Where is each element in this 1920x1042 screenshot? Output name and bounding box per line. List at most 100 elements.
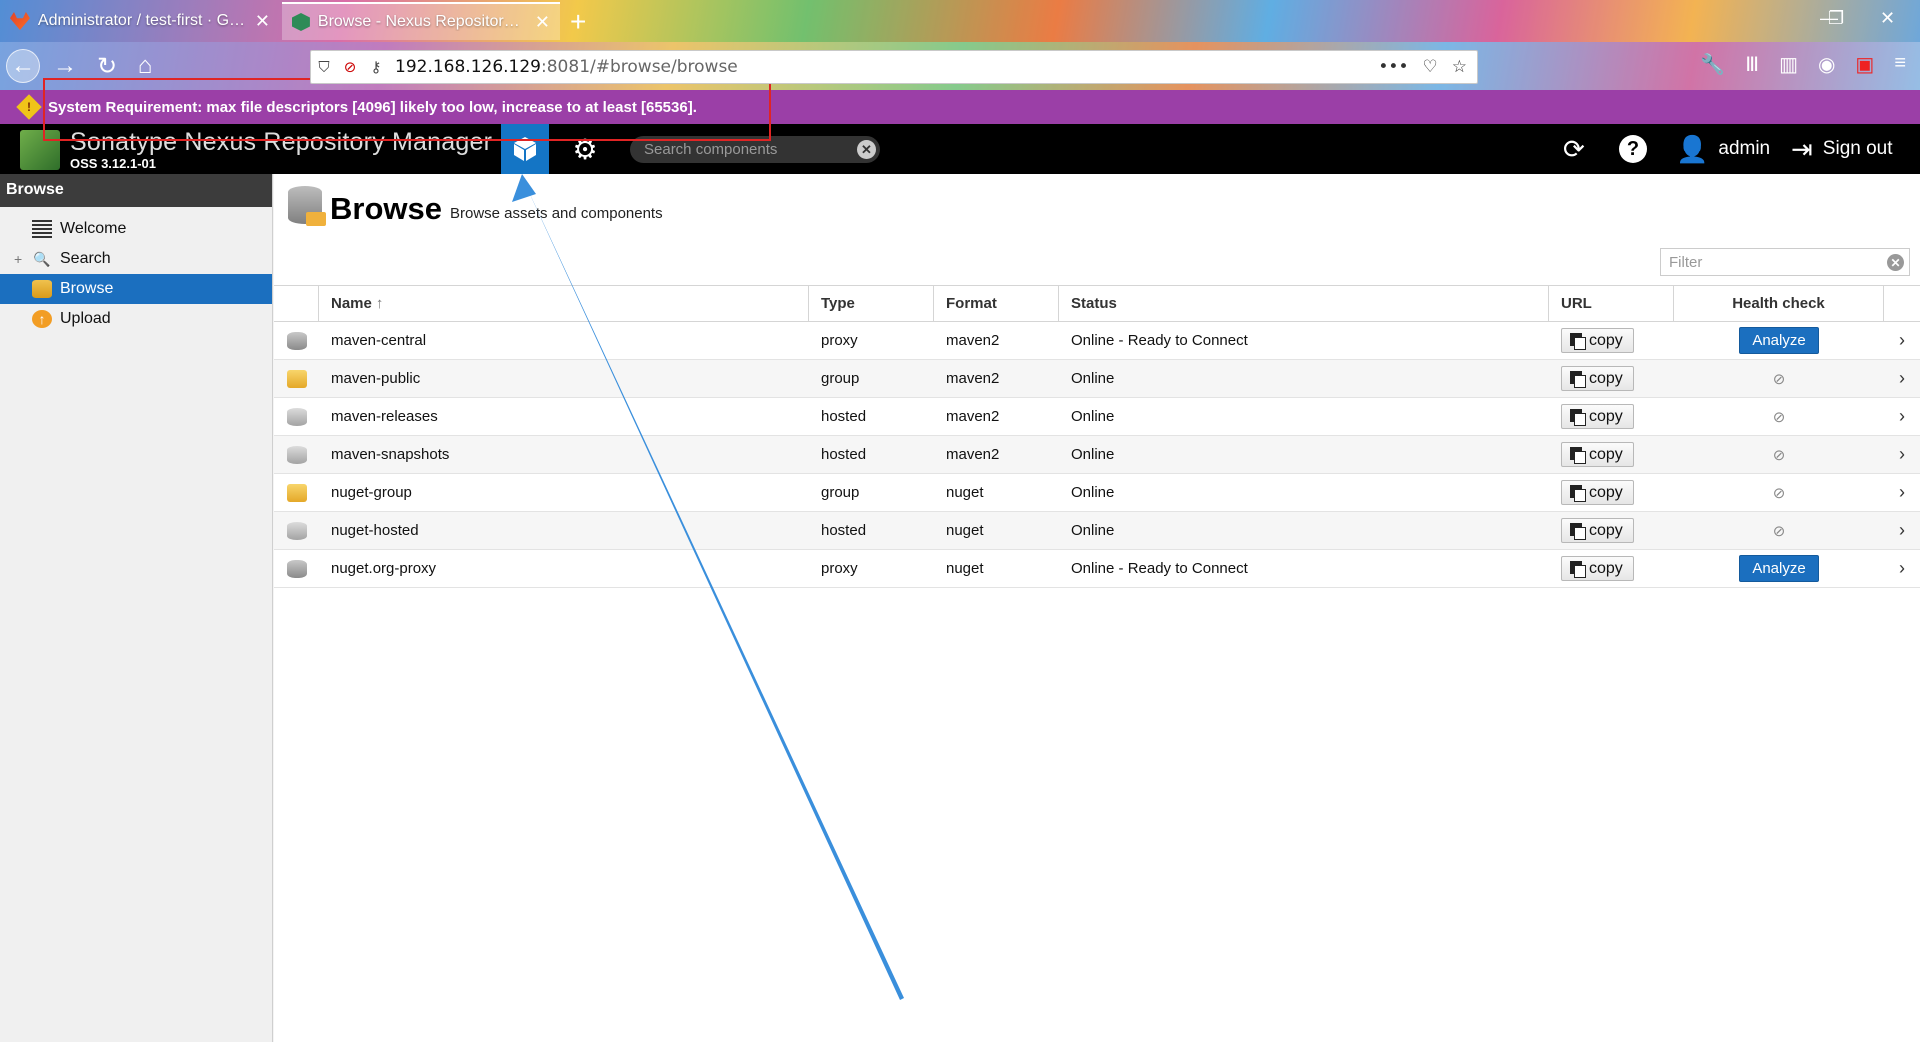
cell-health-check: Analyze — [1674, 322, 1884, 359]
chevron-right-icon[interactable]: › — [1884, 398, 1920, 435]
filter-placeholder: Filter — [1669, 253, 1703, 271]
copy-url-button[interactable]: copy — [1561, 518, 1634, 543]
table-row[interactable]: nuget-hosted hosted nuget Online copy ⊘ › — [274, 512, 1920, 550]
chevron-right-icon[interactable]: › — [1884, 550, 1920, 587]
copy-icon — [1570, 333, 1586, 350]
cell-format: maven2 — [946, 332, 1000, 349]
menu-icon[interactable]: ≡ — [1894, 52, 1906, 77]
chevron-right-icon[interactable]: › — [1884, 360, 1920, 397]
close-icon[interactable]: ✕ — [535, 12, 550, 33]
help-icon[interactable]: ? — [1619, 124, 1647, 174]
table-row[interactable]: maven-releases hosted maven2 Online copy ⊘ › — [274, 398, 1920, 436]
insecure-icon[interactable]: ⊘ — [337, 58, 363, 76]
nav-item-label: Welcome — [60, 220, 127, 237]
back-icon[interactable]: ← — [6, 49, 40, 83]
leftnav-title: Browse — [0, 174, 272, 207]
url-bar[interactable]: ⛉ ⊘ ⚷ 192.168.126.129:8081/#browse/brows… — [310, 50, 1478, 84]
chevron-right-icon[interactable]: › — [1884, 322, 1920, 359]
copy-url-button[interactable]: copy — [1561, 480, 1634, 505]
column-type[interactable]: Type — [809, 286, 934, 321]
clear-filter-icon[interactable]: ✕ — [1887, 254, 1904, 271]
chevron-right-icon[interactable]: › — [1884, 474, 1920, 511]
browser-toolbar: 🔧 Ⅲ ▥ ◉ ▣ ≡ — [1700, 52, 1906, 77]
shield-icon[interactable]: ⛉ — [311, 58, 337, 76]
copy-url-button[interactable]: copy — [1561, 328, 1634, 353]
cell-url: copy — [1549, 360, 1674, 397]
reload-icon[interactable]: ↻ — [90, 49, 124, 83]
user-name: admin — [1718, 138, 1771, 159]
tab-label: Administrator / test-first · GitLab — [37, 12, 247, 29]
chevron-right-icon[interactable]: › — [1884, 436, 1920, 473]
wrench-icon[interactable]: 🔧 — [1700, 52, 1725, 77]
cell-url: copy — [1549, 322, 1674, 359]
filter-input[interactable]: Filter ✕ — [1660, 248, 1910, 276]
tab-nexus[interactable]: Browse - Nexus Repository Manager ✕ — [282, 2, 560, 40]
database-icon — [32, 280, 52, 298]
column-label: Status — [1071, 295, 1117, 312]
key-icon[interactable]: ⚷ — [363, 58, 389, 76]
warning-icon: ! — [16, 94, 42, 120]
copy-url-button[interactable]: copy — [1561, 556, 1634, 581]
copy-label: copy — [1589, 407, 1623, 425]
cell-format: nuget — [946, 484, 984, 501]
window-close-icon[interactable]: ✕ — [1880, 8, 1895, 29]
cell-url: copy — [1549, 436, 1674, 473]
cell-status: Online - Ready to Connect — [1071, 560, 1248, 577]
new-tab-button[interactable]: + — [570, 6, 586, 38]
table-row[interactable]: maven-public group maven2 Online copy ⊘ › — [274, 360, 1920, 398]
repository-group-icon — [286, 483, 307, 502]
table-row[interactable]: nuget-group group nuget Online copy ⊘ › — [274, 474, 1920, 512]
sign-out-button[interactable]: ⇥ Sign out — [1791, 124, 1893, 174]
account-icon[interactable]: ◉ — [1818, 52, 1835, 77]
home-icon[interactable]: ⌂ — [128, 49, 162, 83]
clear-search-icon[interactable]: ✕ — [857, 140, 876, 159]
column-health-check[interactable]: Health check — [1674, 286, 1884, 321]
cell-url: copy — [1549, 550, 1674, 587]
page-title: Browse — [330, 191, 442, 226]
nav-item-welcome[interactable]: Welcome — [0, 214, 272, 244]
cell-format: nuget — [946, 522, 984, 539]
cell-status: Online — [1071, 484, 1115, 501]
refresh-icon[interactable]: ⟳ — [1563, 124, 1585, 174]
column-status[interactable]: Status — [1059, 286, 1549, 321]
bookmark-star-icon[interactable]: ☆ — [1452, 57, 1467, 77]
user-menu[interactable]: 👤 admin — [1676, 124, 1770, 174]
column-name[interactable]: Name ↑ — [319, 286, 809, 321]
pocket-icon[interactable]: ♡ — [1423, 57, 1438, 77]
tab-gitlab[interactable]: Administrator / test-first · GitLab ✕ — [0, 2, 280, 40]
extension-icon[interactable]: ▣ — [1855, 52, 1874, 77]
copy-label: copy — [1589, 445, 1623, 463]
column-format[interactable]: Format — [934, 286, 1059, 321]
copy-url-button[interactable]: copy — [1561, 366, 1634, 391]
expand-icon[interactable]: + — [14, 251, 22, 267]
repository-group-icon — [286, 369, 307, 388]
nav-item-upload[interactable]: ↑ Upload — [0, 304, 272, 334]
analyze-button[interactable]: Analyze — [1739, 327, 1819, 354]
url-host: 192.168.126.129 — [395, 57, 542, 77]
table-row[interactable]: nuget.org-proxy proxy nuget Online - Ready … — [274, 550, 1920, 588]
forward-icon[interactable]: → — [48, 49, 82, 83]
copy-icon — [1570, 447, 1586, 464]
cell-health-check: ⊘ — [1674, 474, 1884, 511]
close-icon[interactable]: ✕ — [255, 11, 270, 32]
analyze-button[interactable]: Analyze — [1739, 555, 1819, 582]
library-icon[interactable]: Ⅲ — [1745, 52, 1759, 77]
chevron-right-icon[interactable]: › — [1884, 512, 1920, 549]
copy-label: copy — [1589, 559, 1623, 577]
copy-icon — [1570, 371, 1586, 388]
table-row[interactable]: maven-central proxy maven2 Online - Ready t… — [274, 322, 1920, 360]
copy-url-button[interactable]: copy — [1561, 404, 1634, 429]
column-url[interactable]: URL — [1549, 286, 1674, 321]
nav-item-browse[interactable]: Browse — [0, 274, 272, 304]
copy-url-button[interactable]: copy — [1561, 442, 1634, 467]
sidebar-icon[interactable]: ▥ — [1779, 52, 1798, 77]
cell-type: proxy — [821, 560, 858, 577]
table-row[interactable]: maven-snapshots hosted maven2 Online copy ⊘ › — [274, 436, 1920, 474]
restore-icon[interactable]: ❐ — [1828, 8, 1844, 29]
cell-url: copy — [1549, 474, 1674, 511]
database-icon — [288, 186, 326, 226]
nav-item-search[interactable]: + 🔍 Search — [0, 244, 272, 274]
cell-health-check: ⊘ — [1674, 360, 1884, 397]
more-actions-icon[interactable]: ••• — [1378, 57, 1408, 77]
app-version: OSS 3.12.1-01 — [70, 156, 156, 171]
